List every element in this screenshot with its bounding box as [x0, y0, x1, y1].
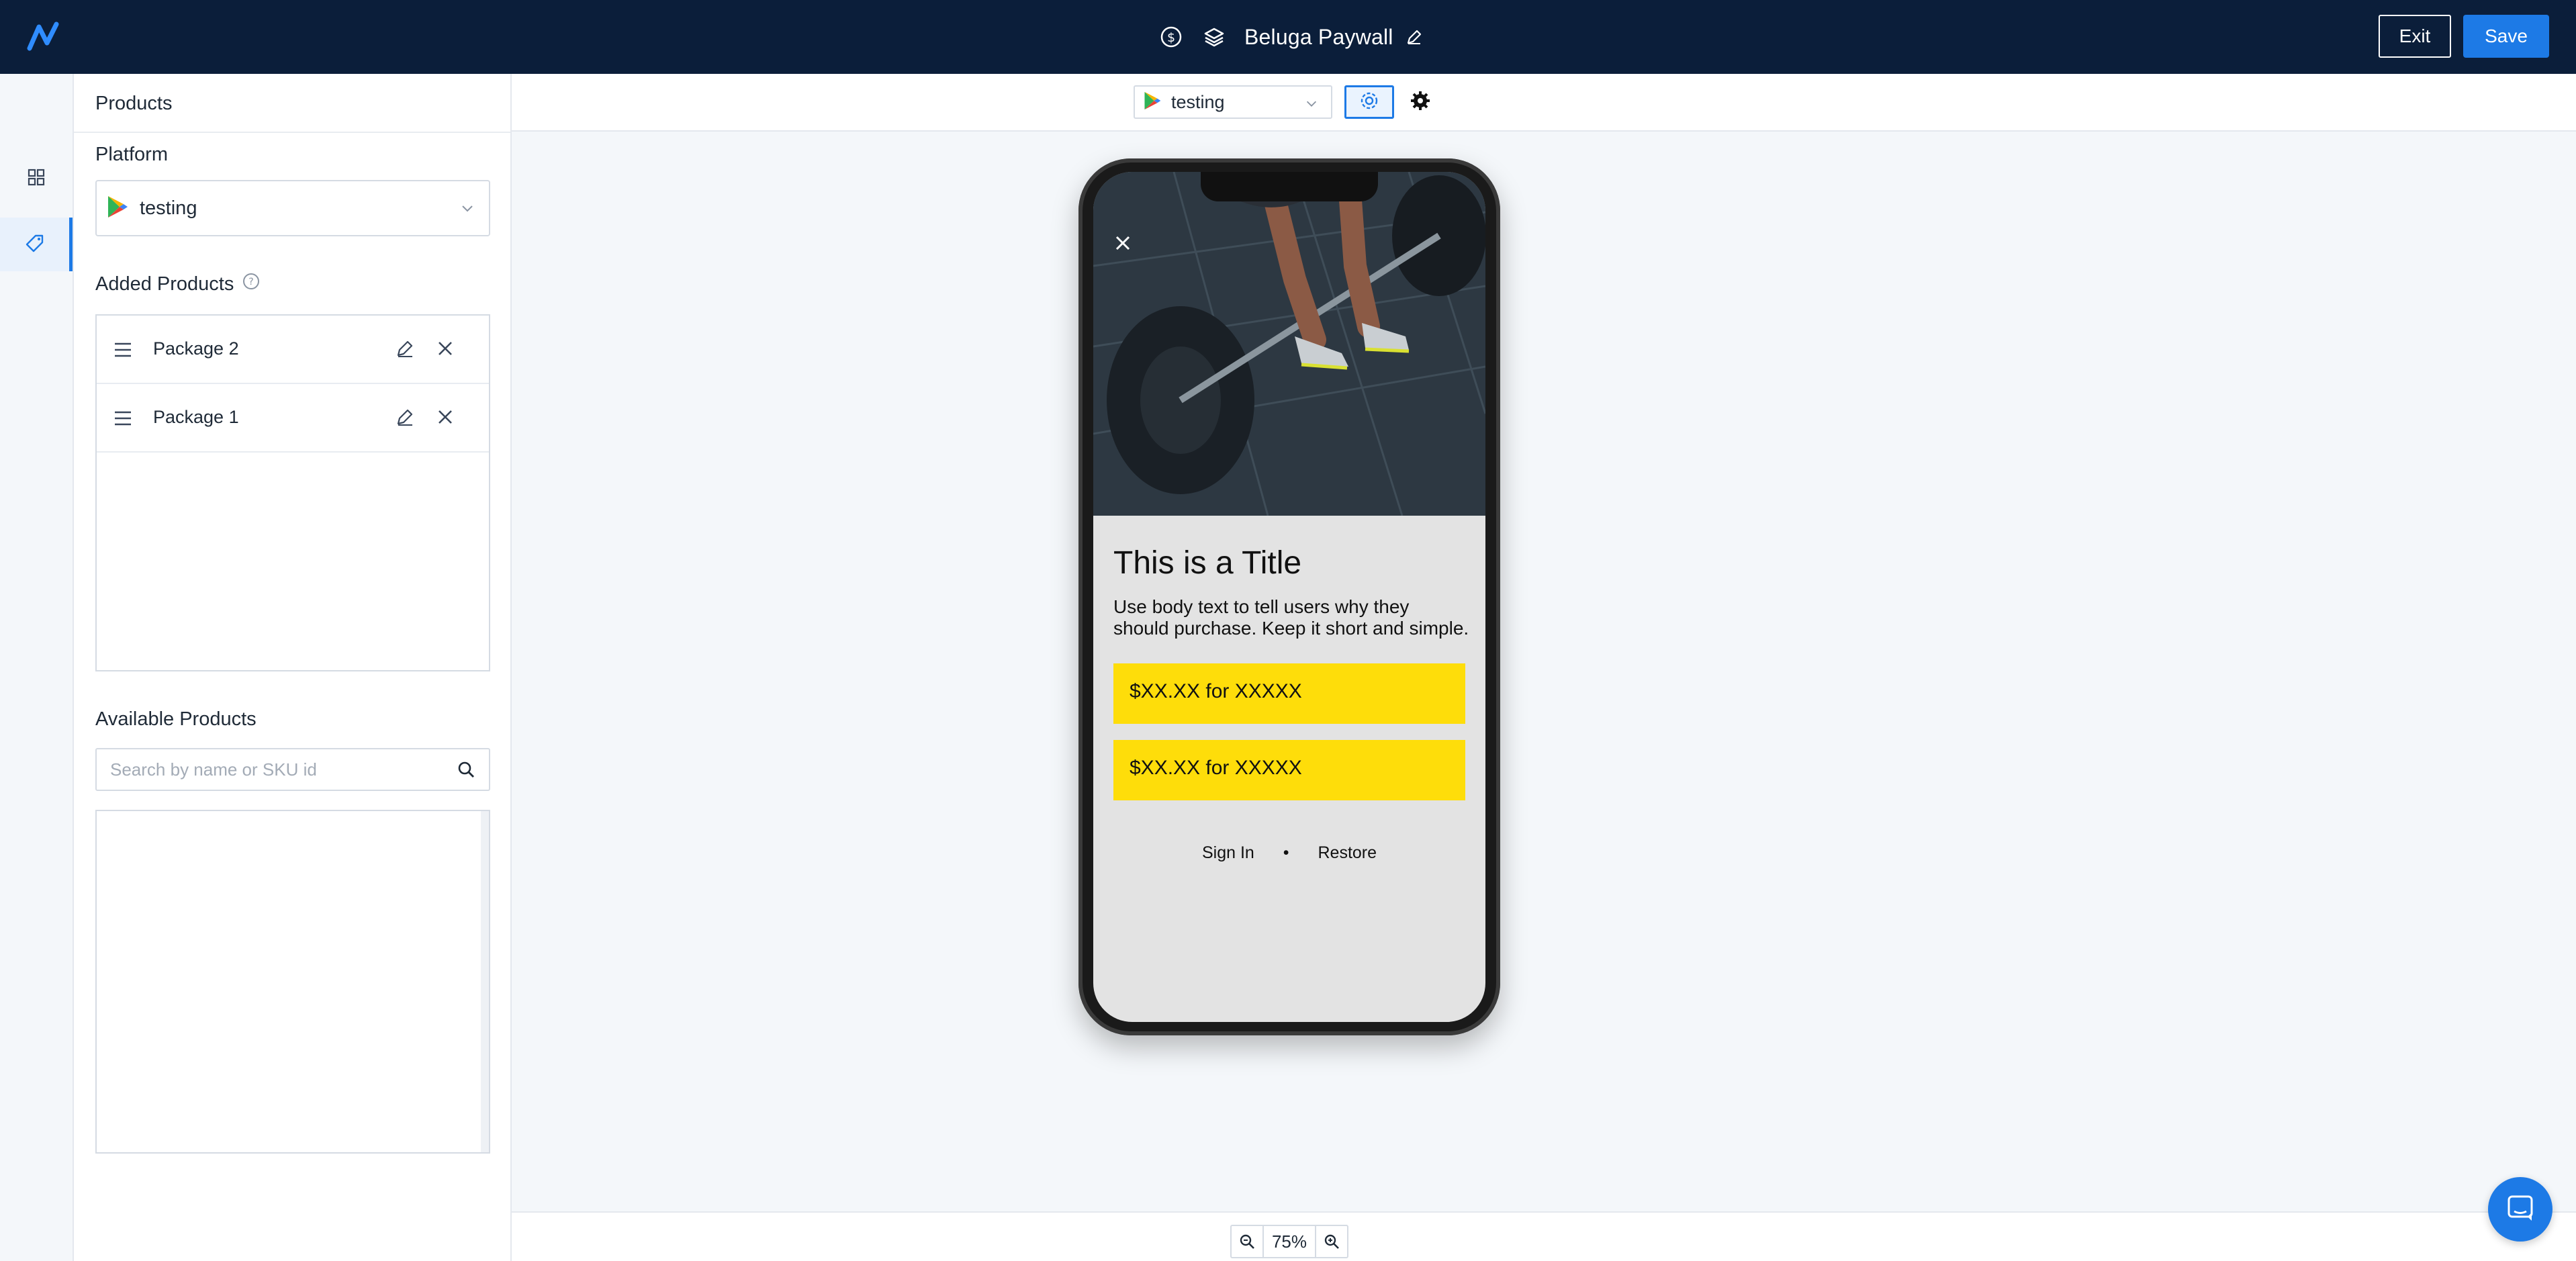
scrollbar[interactable] [481, 811, 489, 1152]
dollar-circle-icon[interactable]: $ [1158, 24, 1184, 50]
paywall-preview-screen: This is a Title Use body text to tell us… [1093, 172, 1485, 1022]
help-circle-icon[interactable]: ? [242, 272, 261, 296]
restore-link[interactable]: Restore [1318, 843, 1377, 862]
available-products-list[interactable] [95, 810, 490, 1154]
drag-handle-icon[interactable] [113, 340, 133, 363]
preview-product-button[interactable]: $XX.XX for XXXXX [1113, 663, 1465, 724]
zoom-control: 75% [1230, 1225, 1348, 1258]
zoom-in-icon[interactable] [1316, 1226, 1347, 1257]
preview-platform-select[interactable]: testing [1134, 85, 1332, 119]
list-item[interactable]: Package 2 [97, 316, 489, 384]
exit-button[interactable]: Exit [2379, 15, 2451, 58]
zoom-out-icon[interactable] [1232, 1226, 1262, 1257]
preview-title[interactable]: This is a Title [1113, 545, 1301, 581]
canvas-settings-button[interactable] [1395, 85, 1445, 119]
svg-text:?: ? [249, 277, 254, 287]
left-icon-rail [0, 74, 74, 1261]
close-icon[interactable] [435, 338, 455, 362]
hero-image [1093, 172, 1485, 516]
zoom-level: 75% [1262, 1226, 1316, 1257]
edit-title-icon[interactable] [1401, 24, 1427, 50]
added-products-heading: Added Products ? [95, 272, 261, 296]
svg-text:$: $ [1167, 30, 1175, 45]
canvas-toolbar: testing [512, 74, 2576, 132]
app-logo-icon[interactable] [27, 20, 60, 54]
save-button[interactable]: Save [2463, 15, 2549, 58]
added-products-list: Package 2 Package 1 [95, 314, 490, 671]
gear-icon [1410, 90, 1431, 115]
platform-select[interactable]: testing [95, 180, 490, 236]
rail-item-layout[interactable] [0, 152, 73, 205]
panel-title: Products [74, 74, 510, 133]
drag-handle-icon[interactable] [113, 408, 133, 432]
chevron-down-icon [459, 200, 475, 220]
added-products-label: Added Products [95, 273, 234, 295]
link-separator: • [1283, 843, 1289, 862]
settings-outline-icon [1359, 90, 1380, 115]
chevron-down-icon [1304, 96, 1319, 114]
phone-notch [1201, 172, 1378, 201]
rail-item-products[interactable] [0, 218, 73, 271]
layers-icon[interactable] [1201, 24, 1227, 50]
grid-icon [26, 167, 46, 191]
preview-settings-button[interactable] [1344, 85, 1394, 119]
preview-platform-value: testing [1171, 91, 1225, 112]
products-panel: Products Platform testing Added Products… [74, 74, 512, 1261]
list-item[interactable]: Package 1 [97, 384, 489, 453]
edit-pencil-icon[interactable] [395, 407, 415, 430]
close-icon[interactable] [1113, 234, 1132, 256]
preview-product-button[interactable]: $XX.XX for XXXXX [1113, 740, 1465, 800]
search-icon[interactable] [457, 760, 475, 782]
paywall-title: Beluga Paywall [1244, 24, 1393, 49]
phone-preview: This is a Title Use body text to tell us… [1078, 158, 1500, 1035]
zoom-bar: 75% [512, 1211, 2576, 1261]
paywall-title-group: $ Beluga Paywall [1158, 19, 1427, 55]
edit-pencil-icon[interactable] [395, 338, 415, 362]
preview-body[interactable]: Use body text to tell users why they sho… [1113, 596, 1469, 639]
chat-icon [2505, 1193, 2536, 1227]
sign-in-link[interactable]: Sign In [1202, 843, 1254, 862]
search-input[interactable] [110, 756, 446, 783]
product-search-field[interactable] [95, 748, 490, 791]
tag-icon [25, 233, 45, 256]
product-name: Package 2 [153, 338, 239, 359]
platform-label: Platform [95, 144, 168, 165]
platform-select-value: testing [140, 197, 197, 219]
available-products-label: Available Products [95, 708, 257, 730]
google-play-icon [1143, 91, 1162, 114]
close-icon[interactable] [435, 407, 455, 430]
google-play-icon [106, 195, 129, 222]
preview-footer-links: Sign In • Restore [1093, 843, 1485, 863]
support-chat-button[interactable] [2488, 1177, 2552, 1242]
top-bar: $ Beluga Paywall Exit Save [0, 0, 2576, 74]
product-name: Package 1 [153, 407, 239, 427]
